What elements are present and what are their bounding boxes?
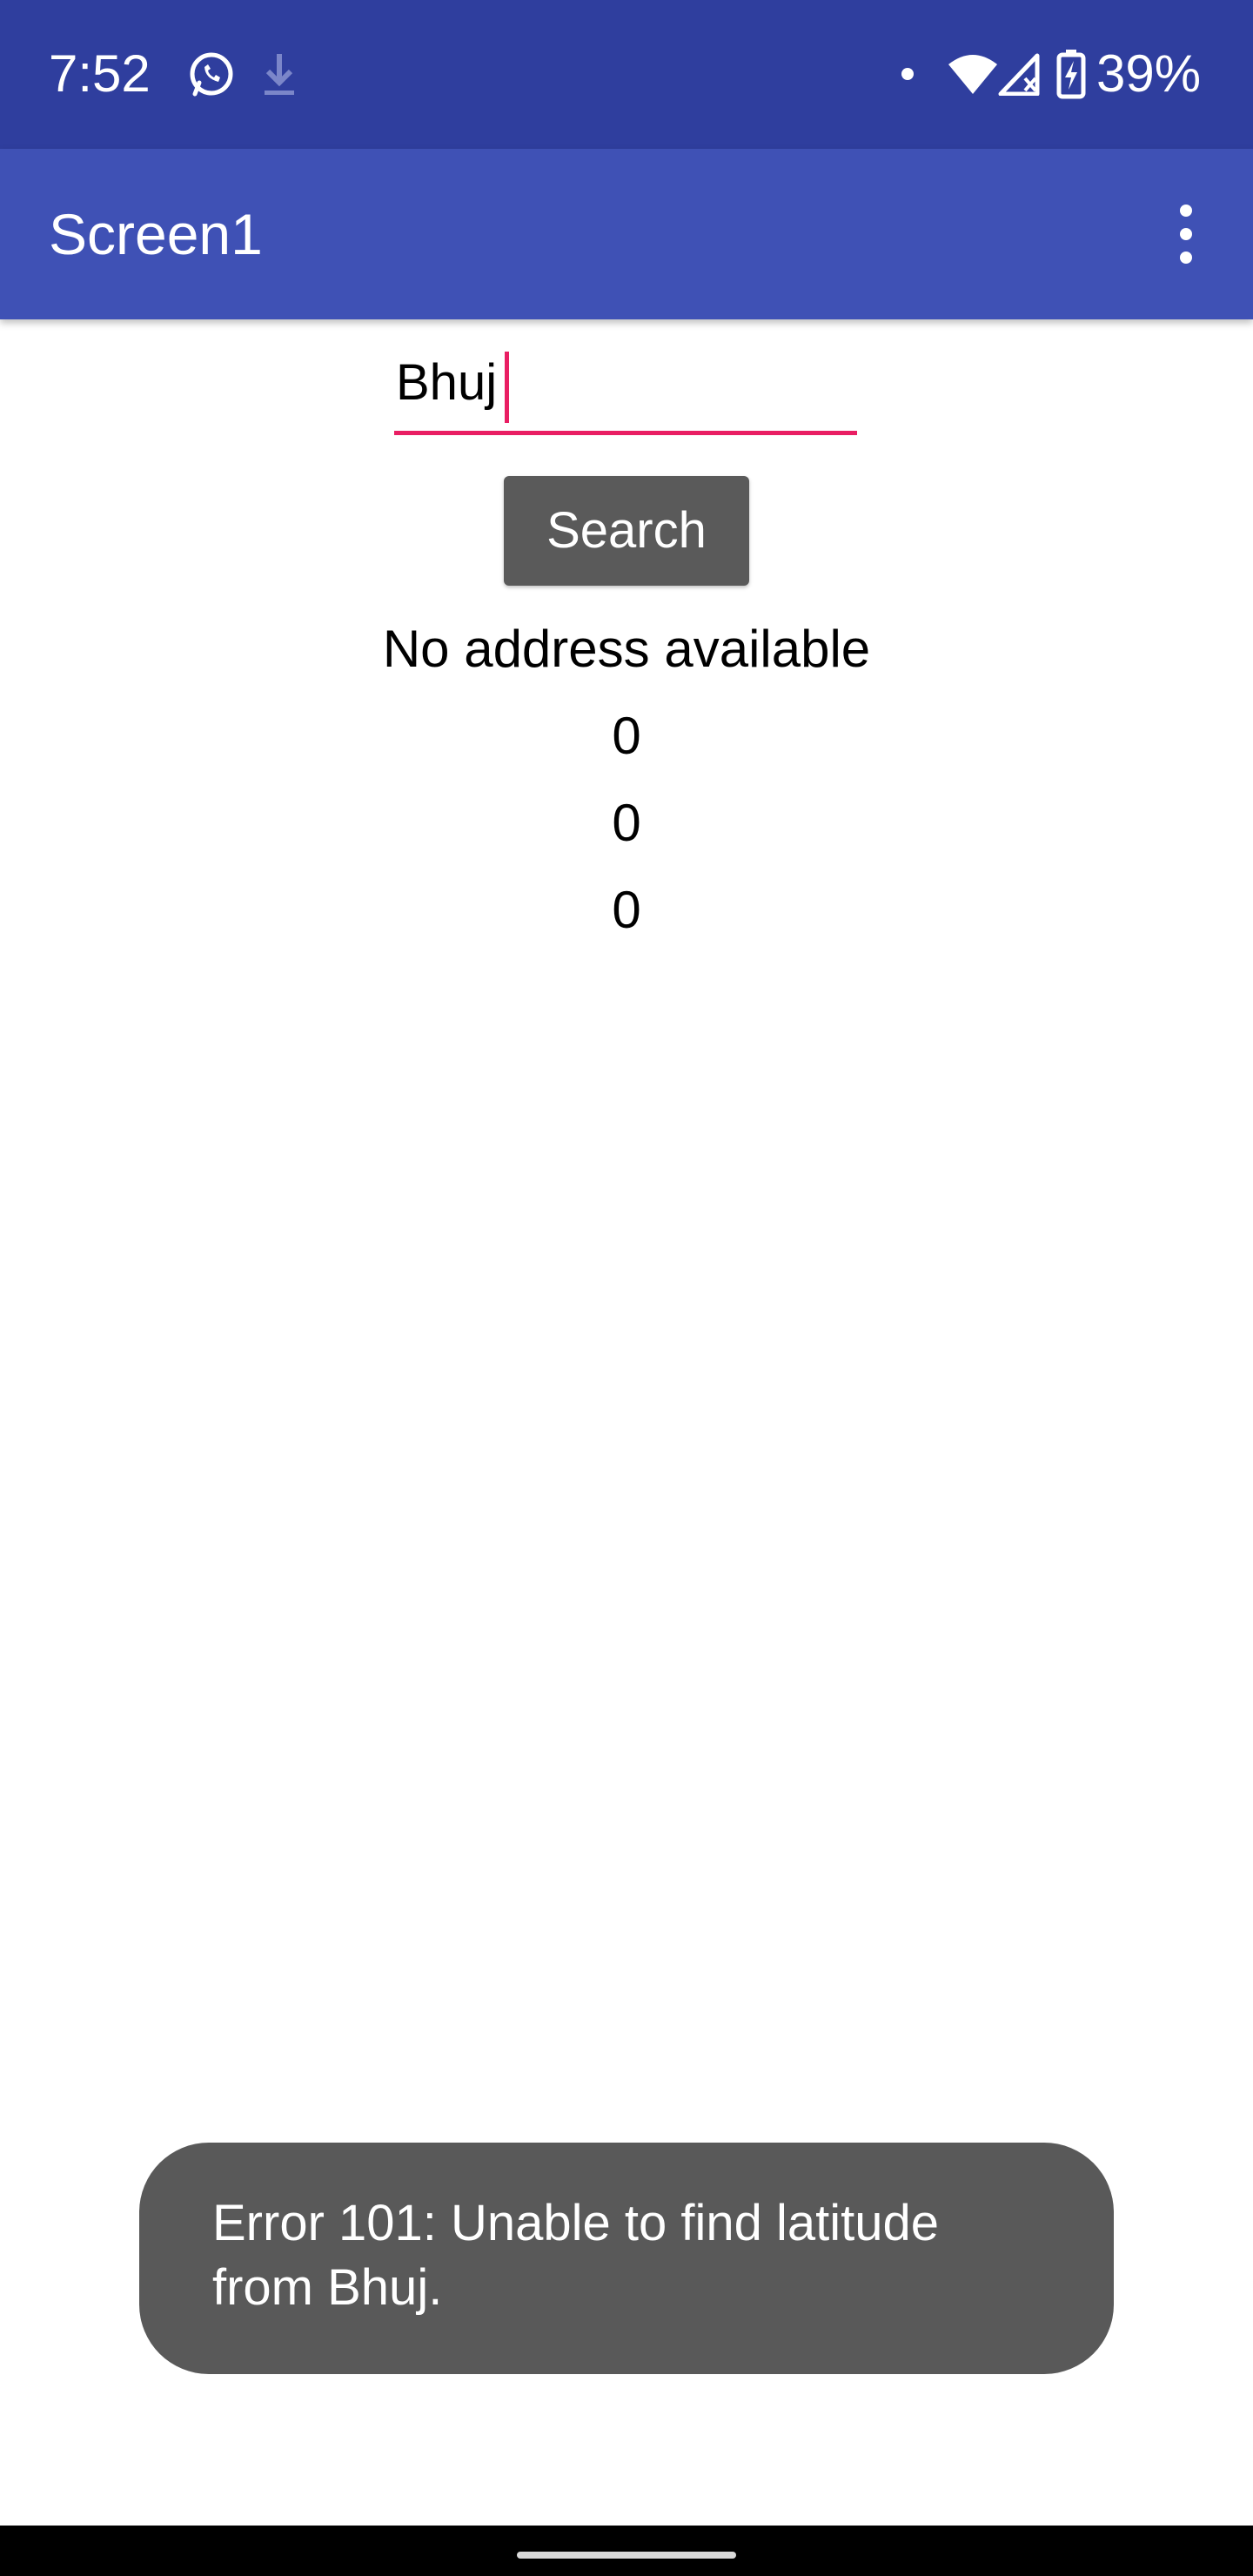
app-bar: Screen1 <box>0 149 1253 319</box>
status-time: 7:52 <box>49 44 151 103</box>
error-toast: Error 101: Unable to find latitude from … <box>139 2143 1114 2374</box>
navigation-bar <box>0 2526 1253 2576</box>
search-button[interactable]: Search <box>504 476 749 586</box>
longitude-value: 0 <box>612 794 641 852</box>
status-bar: 7:52 39% <box>0 0 1253 149</box>
cell-signal-icon <box>998 53 1040 96</box>
toast-message-line-2: from Bhuj. <box>212 2259 443 2316</box>
home-gesture-handle[interactable] <box>517 2552 736 2559</box>
address-label: No address available <box>382 620 871 678</box>
page-title: Screen1 <box>49 202 263 266</box>
toast-message-line-1: Error 101: Unable to find latitude <box>212 2195 940 2251</box>
more-vert-icon[interactable] <box>1154 194 1216 274</box>
battery-percent: 39% <box>1096 44 1202 103</box>
latitude-value: 0 <box>612 707 641 765</box>
download-icon <box>265 54 294 95</box>
result-code-value: 0 <box>612 881 641 939</box>
wifi-icon <box>948 55 997 94</box>
battery-charging-icon <box>1056 50 1086 99</box>
search-input[interactable] <box>394 345 857 435</box>
notification-dot <box>901 68 914 80</box>
whatsapp-icon <box>190 52 233 97</box>
text-cursor <box>505 352 509 423</box>
